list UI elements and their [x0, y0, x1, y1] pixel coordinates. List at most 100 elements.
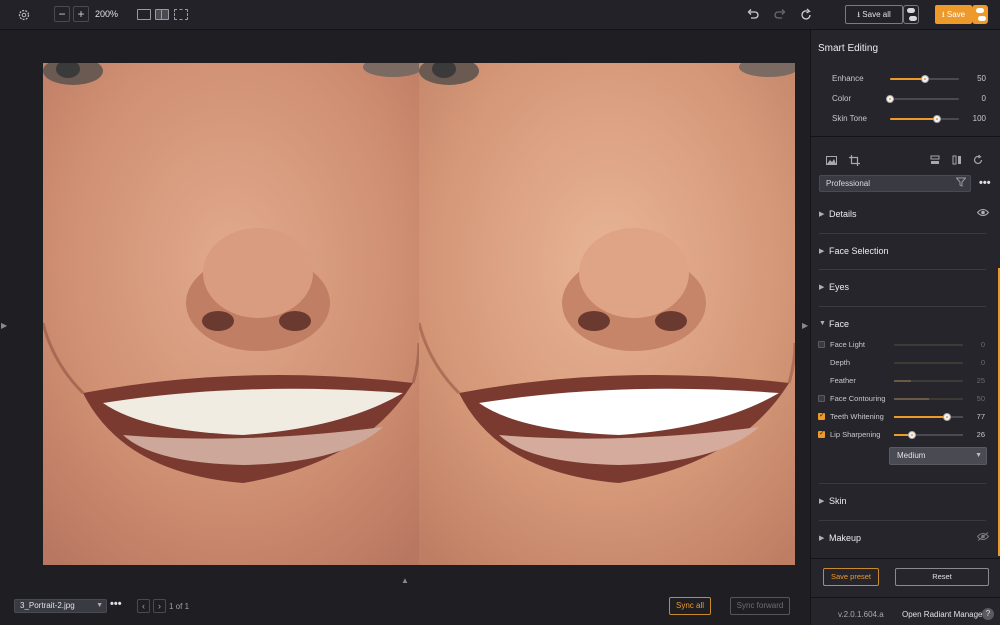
top-toolbar: − + 200% ⭳ Save all ⭳ Save — [0, 0, 1000, 30]
save-options-toggle[interactable] — [972, 5, 988, 24]
image-icon[interactable] — [826, 156, 837, 168]
depth-row[interactable]: Depth 0 — [811, 357, 1000, 369]
save-preset-button[interactable]: Save preset — [823, 568, 879, 586]
section-makeup[interactable]: ▶ Makeup — [811, 530, 1000, 550]
teeth-whitening-knob[interactable] — [943, 413, 952, 421]
before-image[interactable] — [43, 63, 419, 565]
sync-forward-button[interactable]: Sync forward — [730, 597, 790, 615]
preset-more-button[interactable]: ••• — [979, 177, 991, 189]
section-makeup-label: Makeup — [829, 533, 862, 543]
section-face[interactable]: ▼ Face — [811, 316, 1000, 336]
zoom-out-button[interactable]: − — [54, 6, 70, 22]
left-panel-toggle[interactable]: ▶ — [1, 321, 7, 330]
skin-tone-knob[interactable] — [932, 115, 941, 123]
enhance-slider[interactable]: Enhance 50 — [811, 72, 1000, 86]
feather-label: Feather — [830, 376, 856, 385]
face-contouring-checkbox[interactable] — [818, 395, 825, 402]
flip-horizontal-icon[interactable] — [952, 155, 962, 168]
smart-editing-panel: Smart Editing Enhance 50 Color 0 Skin To… — [810, 30, 1000, 625]
section-details[interactable]: ▶ Details — [811, 206, 1000, 226]
section-face-label: Face — [829, 319, 850, 329]
canvas-area: ▶ ▶ ▲ — [0, 30, 810, 625]
right-panel-toggle[interactable]: ▶ — [802, 321, 808, 330]
chevron-right-icon: ▶ — [819, 211, 825, 218]
flip-vertical-icon[interactable] — [930, 155, 940, 168]
undo-icon[interactable] — [746, 8, 760, 25]
color-label: Color — [832, 94, 852, 103]
version-text: v.2.0.1.604.a — [838, 610, 884, 619]
enhance-knob[interactable] — [920, 75, 929, 83]
face-light-checkbox[interactable] — [818, 341, 825, 348]
face-light-slider[interactable] — [894, 344, 963, 346]
crop-view-button[interactable] — [174, 9, 188, 20]
divider — [811, 136, 1000, 137]
refresh-icon[interactable] — [799, 8, 813, 25]
divider — [811, 597, 1000, 598]
teeth-whitening-label: Teeth Whitening — [830, 412, 884, 421]
sync-all-button[interactable]: Sync all — [669, 597, 711, 615]
save-label: Save — [946, 10, 966, 19]
teeth-whitening-row[interactable]: Teeth Whitening 77 — [811, 411, 1000, 423]
feather-value: 25 — [976, 376, 985, 385]
file-more-button[interactable]: ••• — [110, 598, 122, 610]
eye-off-icon[interactable] — [976, 532, 990, 544]
split-view-button[interactable] — [155, 9, 169, 20]
lip-sharpening-value: 26 — [976, 430, 985, 439]
lip-sharpening-mode-select[interactable]: Medium ▼ — [889, 447, 987, 465]
lip-sharpening-slider[interactable] — [894, 431, 963, 439]
file-select[interactable]: 3_Portrait-2.jpg ▼ — [14, 599, 107, 613]
color-slider[interactable]: Color 0 — [811, 92, 1000, 106]
save-all-button[interactable]: ⭳ Save all — [845, 5, 903, 24]
save-button[interactable]: ⭳ Save — [935, 5, 972, 24]
gear-icon[interactable] — [17, 8, 31, 25]
face-contouring-slider[interactable] — [894, 398, 963, 400]
save-all-options-toggle[interactable] — [903, 5, 919, 24]
section-skin[interactable]: ▶ Skin — [811, 493, 1000, 513]
feather-slider[interactable] — [894, 380, 963, 382]
after-image[interactable] — [419, 63, 795, 565]
prev-image-button[interactable]: ‹ — [137, 599, 150, 613]
section-eyes[interactable]: ▶ Eyes — [811, 279, 1000, 299]
page-count: 1 of 1 — [169, 602, 190, 611]
help-icon[interactable]: ? — [982, 608, 994, 620]
open-manager-link[interactable]: Open Radiant Manager — [902, 610, 985, 619]
face-contouring-row[interactable]: Face Contouring 50 — [811, 393, 1000, 405]
teeth-whitening-checkbox[interactable] — [818, 411, 825, 420]
face-contouring-value: 50 — [976, 394, 985, 403]
divider — [819, 269, 986, 270]
section-skin-label: Skin — [829, 496, 847, 506]
preset-select[interactable]: Professional — [819, 175, 971, 192]
chevron-down-icon: ▼ — [819, 320, 826, 327]
lip-sharpening-mode-value: Medium — [897, 451, 926, 460]
lip-sharpening-label: Lip Sharpening — [830, 430, 881, 439]
depth-slider[interactable] — [894, 362, 963, 364]
lip-sharpening-row[interactable]: Lip Sharpening 26 — [811, 429, 1000, 441]
teeth-whitening-slider[interactable] — [894, 413, 963, 421]
lip-sharpening-knob[interactable] — [907, 431, 916, 439]
crop-icon[interactable] — [849, 155, 860, 169]
section-eyes-label: Eyes — [829, 282, 850, 292]
reset-button[interactable]: Reset — [895, 568, 989, 586]
color-knob[interactable] — [886, 95, 894, 103]
single-view-button[interactable] — [137, 9, 151, 20]
filter-icon[interactable] — [955, 177, 967, 192]
face-light-value: 0 — [980, 340, 985, 349]
chevron-down-icon: ▼ — [96, 602, 103, 609]
chevron-right-icon: ▶ — [819, 248, 825, 255]
face-contouring-label: Face Contouring — [830, 394, 886, 403]
eye-icon[interactable] — [976, 208, 990, 220]
filmstrip-toggle[interactable]: ▲ — [401, 576, 409, 585]
redo-icon[interactable] — [773, 8, 787, 25]
panel-title: Smart Editing — [818, 43, 879, 54]
next-image-button[interactable]: › — [153, 599, 166, 613]
feather-row[interactable]: Feather 25 — [811, 375, 1000, 387]
face-light-label: Face Light — [830, 340, 866, 349]
zoom-in-button[interactable]: + — [73, 6, 89, 22]
lip-sharpening-checkbox[interactable] — [818, 429, 825, 438]
section-face-selection[interactable]: ▶ Face Selection — [811, 243, 1000, 263]
enhance-value: 50 — [977, 74, 986, 83]
rotate-icon[interactable] — [973, 154, 983, 168]
file-name: 3_Portrait-2.jpg — [20, 601, 75, 610]
face-light-row[interactable]: Face Light 0 — [811, 339, 1000, 351]
skin-tone-slider[interactable]: Skin Tone 100 — [811, 112, 1000, 126]
